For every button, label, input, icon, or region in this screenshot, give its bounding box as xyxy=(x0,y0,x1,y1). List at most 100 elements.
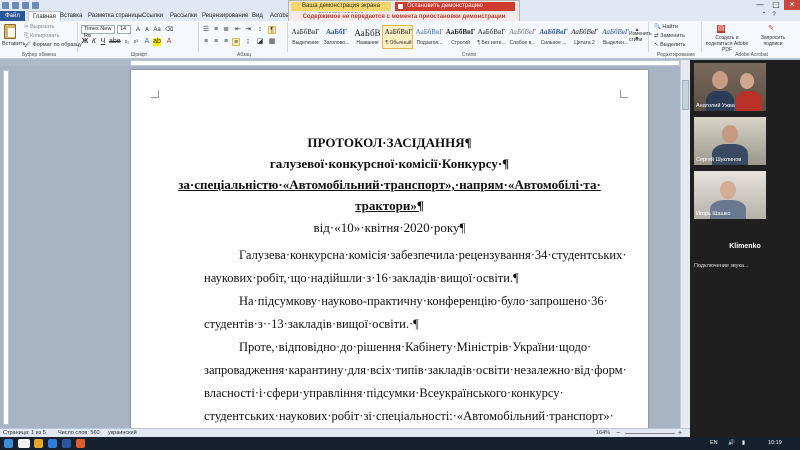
word-taskbar-icon[interactable] xyxy=(62,439,71,448)
undo-icon[interactable] xyxy=(22,1,29,9)
clipboard-group-label: Буфер обмена xyxy=(22,52,56,58)
decrease-indent-icon[interactable]: ⇤ xyxy=(234,26,242,34)
doc-paragraph-line: студентських·наукових·робіт·зі·спеціальн… xyxy=(204,409,614,423)
strikethrough-icon[interactable]: abe xyxy=(109,38,121,46)
shrink-font-icon[interactable]: A xyxy=(143,26,151,34)
style-heading[interactable]: АаБбГ Заголово... xyxy=(320,25,351,49)
format-painter-button[interactable]: 🖌 Формат по образцу xyxy=(24,42,82,48)
participant-tile[interactable]: Игорь Шашко xyxy=(694,171,766,219)
change-case-icon[interactable]: Aa xyxy=(153,26,161,34)
chrome-icon[interactable] xyxy=(76,439,85,448)
show-marks-icon[interactable]: ¶ xyxy=(268,26,276,34)
font-color-icon[interactable]: A xyxy=(165,38,173,46)
style-intense-quote[interactable]: АаБбВвГ Выделен... xyxy=(599,25,630,49)
style-strong[interactable]: АаБбВвГ Строгий xyxy=(444,25,476,49)
tab-references[interactable]: Ссылки xyxy=(142,11,163,21)
style-name: Выделен... xyxy=(602,40,629,46)
style-subtitle[interactable]: АаБбВвГ Подзагол... xyxy=(413,25,444,49)
subscript-icon[interactable]: x₂ xyxy=(123,38,131,46)
ribbon-collapse-icon[interactable]: ⌃ xyxy=(760,11,768,19)
text-effects-icon[interactable]: A xyxy=(143,38,151,46)
participant-face xyxy=(712,71,728,89)
participant-tile[interactable]: Анатолий Ужва xyxy=(694,63,766,111)
pdf-icon[interactable]: ▤ xyxy=(717,25,725,33)
superscript-icon[interactable]: x² xyxy=(132,38,140,46)
start-icon[interactable] xyxy=(4,439,13,448)
file-explorer-icon[interactable] xyxy=(34,439,43,448)
clock[interactable]: 10:19 xyxy=(768,437,782,450)
minimize-button[interactable]: — xyxy=(752,0,768,10)
replace-button[interactable]: ⇄ Заменить xyxy=(654,33,685,39)
volume-icon[interactable]: 🔊 xyxy=(728,437,735,450)
style-title[interactable]: АаБбВ Название xyxy=(351,25,382,49)
sign-icon[interactable]: ✎ xyxy=(767,25,775,33)
shading-icon[interactable]: ◪ xyxy=(256,38,264,46)
multilevel-list-icon[interactable]: ≣ xyxy=(222,26,230,34)
style-preview: АаБбВвГ xyxy=(477,28,506,36)
document-area: ПРОТОКОЛ·ЗАСІДАННЯ¶ галузевої·конкурсної… xyxy=(0,66,690,432)
copy-button[interactable]: ⎘ Копировать xyxy=(24,33,60,40)
tab-page-layout[interactable]: Разметка страницы xyxy=(88,11,142,21)
style-preview: АаБбГ xyxy=(325,28,348,36)
find-button[interactable]: 🔍 Найти xyxy=(654,24,678,30)
close-button[interactable]: ✕ xyxy=(784,0,800,10)
zoom-app-icon[interactable] xyxy=(48,439,57,448)
italic-icon[interactable]: К xyxy=(90,38,98,46)
window-controls: — □ ✕ xyxy=(752,0,800,10)
tab-view[interactable]: Вид xyxy=(252,11,263,21)
change-styles-button[interactable]: Изменить стили xyxy=(629,31,652,43)
font-size-select[interactable]: 14 xyxy=(117,25,131,34)
vertical-ruler[interactable] xyxy=(3,70,9,425)
style-subtle-emphasis[interactable]: АаБбВвГ Слабое в... xyxy=(506,25,537,49)
select-button[interactable]: ↖ Выделить xyxy=(654,42,686,48)
style-emphasis[interactable]: АаБбВвГ Выделение xyxy=(289,25,320,49)
justify-icon[interactable]: ≡ xyxy=(232,38,240,46)
paste-button[interactable]: Вставить xyxy=(2,41,25,47)
increase-indent-icon[interactable]: ⇥ xyxy=(244,26,252,34)
style-name: Слабое в... xyxy=(509,40,536,46)
borders-icon[interactable]: ▦ xyxy=(268,38,276,46)
cut-button[interactable]: ✂ Вырезать xyxy=(24,24,55,30)
bold-icon[interactable]: Ж xyxy=(81,38,89,46)
tab-insert[interactable]: Вставка xyxy=(60,11,82,21)
clear-format-icon[interactable]: ⌫ xyxy=(165,26,173,34)
participant-name: Сергей Шуклинов xyxy=(696,157,742,163)
align-left-icon[interactable]: ≡ xyxy=(202,38,210,46)
redo-icon[interactable] xyxy=(32,1,39,9)
language-tray[interactable]: EN xyxy=(710,437,718,450)
paste-icon[interactable] xyxy=(4,24,16,39)
tab-review[interactable]: Рецензирование xyxy=(202,11,248,21)
scrollbar-thumb[interactable] xyxy=(682,80,689,110)
style-no-spacing[interactable]: АаБбВвГ ¶ Без инте... xyxy=(475,25,506,49)
tab-file[interactable]: Файл xyxy=(0,11,25,21)
tab-home[interactable]: Главная xyxy=(28,11,61,21)
participant-tile[interactable]: Сергей Шуклинов xyxy=(694,117,766,165)
horizontal-ruler[interactable] xyxy=(130,60,680,66)
maximize-button[interactable]: □ xyxy=(768,0,784,10)
sort-icon[interactable]: ↕ xyxy=(256,26,264,34)
search-icon[interactable] xyxy=(18,439,30,448)
highlight-icon[interactable]: ab xyxy=(153,38,161,46)
document-page[interactable]: ПРОТОКОЛ·ЗАСІДАННЯ¶ галузевої·конкурсної… xyxy=(131,70,648,432)
bullets-icon[interactable]: ☰ xyxy=(202,26,210,34)
create-pdf-button[interactable]: Создать и поделиться Adobe PDF xyxy=(703,35,751,53)
style-normal[interactable]: АаБбВвГ ¶ Обычный xyxy=(382,25,413,49)
grow-font-icon[interactable]: A xyxy=(134,26,142,34)
vertical-scrollbar[interactable] xyxy=(680,60,690,428)
copy-label: Копировать xyxy=(29,33,60,39)
font-name-select[interactable]: Times New Ro xyxy=(81,25,115,39)
style-intense-emphasis[interactable]: АаБбВвГ Сильное ... xyxy=(537,25,568,49)
numbering-icon[interactable]: ≡ xyxy=(212,26,220,34)
network-icon[interactable]: ▮ xyxy=(742,437,745,450)
tab-mailings[interactable]: Рассылки xyxy=(170,11,197,21)
save-icon[interactable] xyxy=(12,1,19,9)
zoom-slider[interactable] xyxy=(625,433,675,434)
align-center-icon[interactable]: ≡ xyxy=(212,38,220,46)
align-right-icon[interactable]: ≡ xyxy=(222,38,230,46)
request-signatures-button[interactable]: Запросить подписи xyxy=(753,35,793,47)
help-icon[interactable]: ? xyxy=(770,11,778,19)
stop-share-button[interactable]: Остановить демонстрацию xyxy=(395,2,515,11)
style-quote[interactable]: АаБбВвГ Цитата 2 xyxy=(568,25,599,49)
underline-icon[interactable]: Ч xyxy=(99,38,107,46)
line-spacing-icon[interactable]: ↨ xyxy=(244,38,252,46)
